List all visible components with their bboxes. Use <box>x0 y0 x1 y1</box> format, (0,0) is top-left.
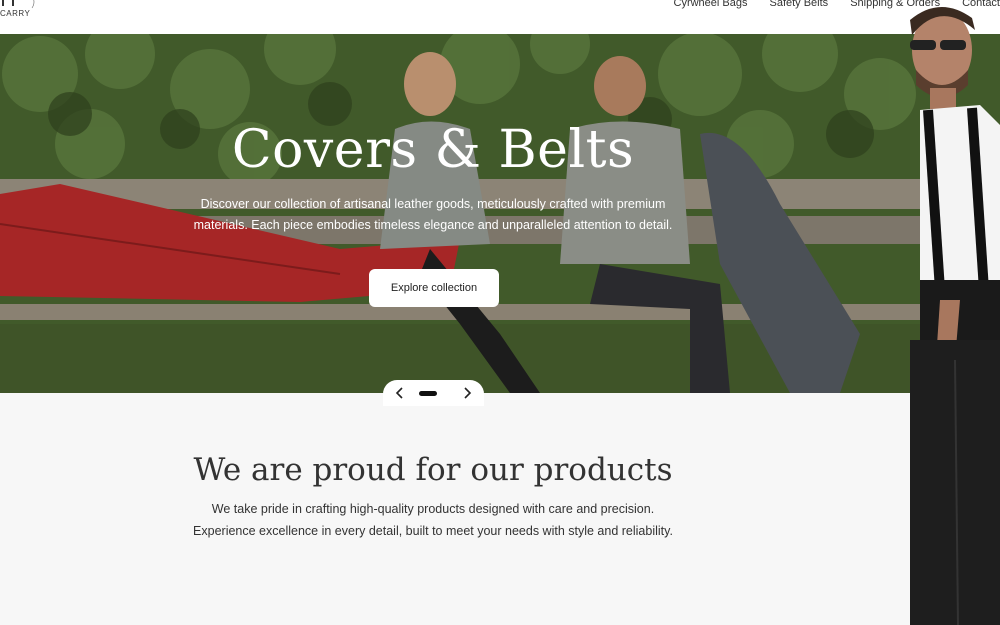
slide-indicator-active[interactable] <box>419 391 437 396</box>
section-description-line-1: We take pride in crafting high-quality p… <box>211 502 655 516</box>
section-description: We take pride in crafting high-quality p… <box>0 498 866 542</box>
chevron-left-icon[interactable] <box>393 386 407 400</box>
section-description-line-2: Experience excellence in every detail, b… <box>193 524 673 538</box>
explore-collection-button[interactable]: Explore collection <box>369 269 499 307</box>
model-image <box>910 6 1000 625</box>
nav-item-cyrwheel-bags[interactable]: Cyrwheel Bags <box>674 0 748 9</box>
page: CARRY Cyrwheel Bags Safety Belts Shippin… <box>0 0 1000 625</box>
site-header: CARRY Cyrwheel Bags Safety Belts Shippin… <box>0 0 1000 34</box>
hero-banner: Covers & Belts Discover our collection o… <box>0 34 1000 393</box>
section-title: We are proud for our products <box>193 452 673 488</box>
chevron-right-icon[interactable] <box>460 386 474 400</box>
hero-title: Covers & Belts <box>231 120 635 180</box>
nav-item-safety-belts[interactable]: Safety Belts <box>769 0 828 9</box>
logo-text: CARRY <box>0 9 31 18</box>
hero-description: Discover our collection of artisanal lea… <box>193 197 673 232</box>
slider-controls <box>383 380 484 406</box>
